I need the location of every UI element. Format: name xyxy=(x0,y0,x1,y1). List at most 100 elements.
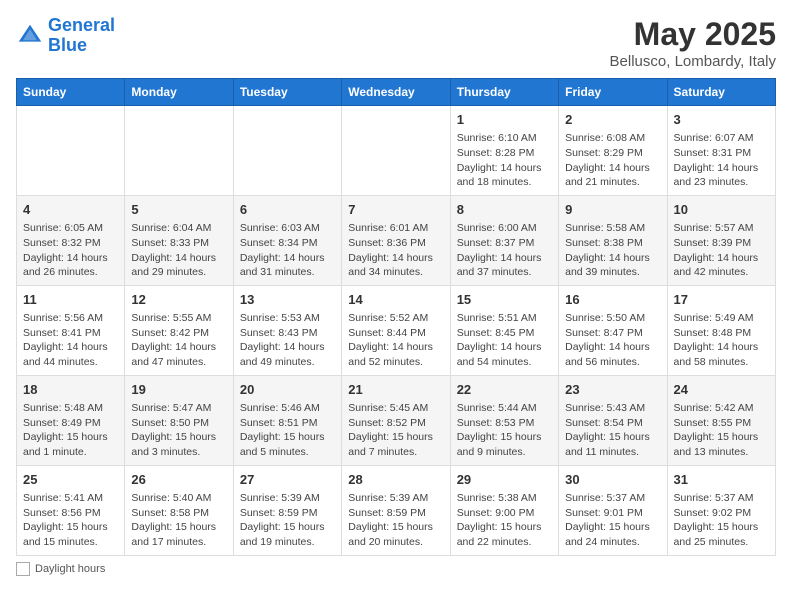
calendar-cell: 11 Sunrise: 5:56 AM Sunset: 8:41 PM Dayli… xyxy=(17,285,125,375)
day-info: Sunrise: 5:41 AM Sunset: 8:56 PM Dayligh… xyxy=(23,491,118,550)
logo-icon xyxy=(16,22,44,50)
day-info: Sunrise: 5:46 AM Sunset: 8:51 PM Dayligh… xyxy=(240,401,335,460)
day-number: 25 xyxy=(23,471,118,489)
legend-box xyxy=(16,562,30,576)
day-number: 16 xyxy=(565,291,660,309)
day-info: Sunrise: 5:49 AM Sunset: 8:48 PM Dayligh… xyxy=(674,311,769,370)
day-number: 19 xyxy=(131,381,226,399)
day-info: Sunrise: 5:38 AM Sunset: 9:00 PM Dayligh… xyxy=(457,491,552,550)
day-number: 3 xyxy=(674,111,769,129)
calendar-cell: 24Sunrise: 5:42 AM Sunset: 8:55 PM Dayli… xyxy=(667,375,775,465)
subtitle: Bellusco, Lombardy, Italy xyxy=(610,53,776,70)
day-number: 12 xyxy=(131,291,226,309)
calendar-cell: 25 Sunrise: 5:41 AM Sunset: 8:56 PM Dayli… xyxy=(17,465,125,555)
calendar-cell: 29 Sunrise: 5:38 AM Sunset: 9:00 PM Dayli… xyxy=(450,465,558,555)
day-number: 27 xyxy=(240,471,335,489)
day-info: Sunrise: 6:10 AM Sunset: 8:28 PM Dayligh… xyxy=(457,131,552,190)
day-info: Sunrise: 5:55 AM Sunset: 8:42 PM Dayligh… xyxy=(131,311,226,370)
calendar-cell: 26 Sunrise: 5:40 AM Sunset: 8:58 PM Dayli… xyxy=(125,465,233,555)
day-number: 2 xyxy=(565,111,660,129)
day-number: 1 xyxy=(457,111,552,129)
day-number: 9 xyxy=(565,201,660,219)
day-number: 23 xyxy=(565,381,660,399)
dow-header-wednesday: Wednesday xyxy=(342,79,450,106)
calendar-cell: 6Sunrise: 6:03 AM Sunset: 8:34 PM Daylig… xyxy=(233,195,341,285)
day-info: Sunrise: 5:56 AM Sunset: 8:41 PM Dayligh… xyxy=(23,311,118,370)
dow-header-saturday: Saturday xyxy=(667,79,775,106)
day-info: Sunrise: 5:39 AM Sunset: 8:59 PM Dayligh… xyxy=(348,491,443,550)
day-info: Sunrise: 5:45 AM Sunset: 8:52 PM Dayligh… xyxy=(348,401,443,460)
day-number: 29 xyxy=(457,471,552,489)
day-info: Sunrise: 5:51 AM Sunset: 8:45 PM Dayligh… xyxy=(457,311,552,370)
calendar-cell xyxy=(233,106,341,196)
day-number: 20 xyxy=(240,381,335,399)
calendar-cell: 28 Sunrise: 5:39 AM Sunset: 8:59 PM Dayli… xyxy=(342,465,450,555)
calendar-cell: 13 Sunrise: 5:53 AM Sunset: 8:43 PM Dayli… xyxy=(233,285,341,375)
dow-header-sunday: Sunday xyxy=(17,79,125,106)
calendar-cell: 5 Sunrise: 6:04 AM Sunset: 8:33 PM Daylig… xyxy=(125,195,233,285)
logo-line1: General xyxy=(48,15,115,35)
day-info: Sunrise: 5:57 AM Sunset: 8:39 PM Dayligh… xyxy=(674,221,769,280)
logo-line2: Blue xyxy=(48,35,87,55)
day-info: Sunrise: 5:50 AM Sunset: 8:47 PM Dayligh… xyxy=(565,311,660,370)
calendar-cell: 2Sunrise: 6:08 AM Sunset: 8:29 PM Daylig… xyxy=(559,106,667,196)
calendar-cell xyxy=(342,106,450,196)
day-info: Sunrise: 6:00 AM Sunset: 8:37 PM Dayligh… xyxy=(457,221,552,280)
dow-header-thursday: Thursday xyxy=(450,79,558,106)
calendar-cell: 15Sunrise: 5:51 AM Sunset: 8:45 PM Dayli… xyxy=(450,285,558,375)
day-number: 21 xyxy=(348,381,443,399)
day-number: 26 xyxy=(131,471,226,489)
day-number: 4 xyxy=(23,201,118,219)
day-info: Sunrise: 5:39 AM Sunset: 8:59 PM Dayligh… xyxy=(240,491,335,550)
day-number: 24 xyxy=(674,381,769,399)
calendar-cell: 14 Sunrise: 5:52 AM Sunset: 8:44 PM Dayli… xyxy=(342,285,450,375)
calendar-cell: 21 Sunrise: 5:45 AM Sunset: 8:52 PM Dayli… xyxy=(342,375,450,465)
calendar-cell: 16 Sunrise: 5:50 AM Sunset: 8:47 PM Dayli… xyxy=(559,285,667,375)
calendar-cell: 19 Sunrise: 5:47 AM Sunset: 8:50 PM Dayli… xyxy=(125,375,233,465)
calendar-cell: 23 Sunrise: 5:43 AM Sunset: 8:54 PM Dayli… xyxy=(559,375,667,465)
calendar-cell: 12 Sunrise: 5:55 AM Sunset: 8:42 PM Dayli… xyxy=(125,285,233,375)
page-header: General Blue May 2025 Bellusco, Lombardy… xyxy=(16,16,776,70)
calendar-cell: 20 Sunrise: 5:46 AM Sunset: 8:51 PM Dayli… xyxy=(233,375,341,465)
dow-header-friday: Friday xyxy=(559,79,667,106)
daylight-label: Daylight hours xyxy=(35,563,105,575)
day-number: 31 xyxy=(674,471,769,489)
day-info: Sunrise: 5:52 AM Sunset: 8:44 PM Dayligh… xyxy=(348,311,443,370)
day-info: Sunrise: 6:05 AM Sunset: 8:32 PM Dayligh… xyxy=(23,221,118,280)
main-title: May 2025 xyxy=(610,16,776,53)
day-info: Sunrise: 5:47 AM Sunset: 8:50 PM Dayligh… xyxy=(131,401,226,460)
calendar-cell: 4 Sunrise: 6:05 AM Sunset: 8:32 PM Daylig… xyxy=(17,195,125,285)
day-info: Sunrise: 5:48 AM Sunset: 8:49 PM Dayligh… xyxy=(23,401,118,460)
footer: Daylight hours xyxy=(16,562,776,576)
day-number: 13 xyxy=(240,291,335,309)
calendar-cell: 1 Sunrise: 6:10 AM Sunset: 8:28 PM Daylig… xyxy=(450,106,558,196)
calendar-cell: 27 Sunrise: 5:39 AM Sunset: 8:59 PM Dayli… xyxy=(233,465,341,555)
calendar-cell xyxy=(125,106,233,196)
day-number: 28 xyxy=(348,471,443,489)
day-info: Sunrise: 5:37 AM Sunset: 9:02 PM Dayligh… xyxy=(674,491,769,550)
calendar-cell: 10Sunrise: 5:57 AM Sunset: 8:39 PM Dayli… xyxy=(667,195,775,285)
day-number: 30 xyxy=(565,471,660,489)
day-info: Sunrise: 5:43 AM Sunset: 8:54 PM Dayligh… xyxy=(565,401,660,460)
calendar-table: SundayMondayTuesdayWednesdayThursdayFrid… xyxy=(16,78,776,556)
day-info: Sunrise: 5:40 AM Sunset: 8:58 PM Dayligh… xyxy=(131,491,226,550)
calendar-cell: 17 Sunrise: 5:49 AM Sunset: 8:48 PM Dayli… xyxy=(667,285,775,375)
calendar-cell: 18 Sunrise: 5:48 AM Sunset: 8:49 PM Dayli… xyxy=(17,375,125,465)
day-number: 11 xyxy=(23,291,118,309)
day-number: 18 xyxy=(23,381,118,399)
calendar-cell: 7Sunrise: 6:01 AM Sunset: 8:36 PM Daylig… xyxy=(342,195,450,285)
day-number: 5 xyxy=(131,201,226,219)
day-info: Sunrise: 5:44 AM Sunset: 8:53 PM Dayligh… xyxy=(457,401,552,460)
day-number: 17 xyxy=(674,291,769,309)
day-info: Sunrise: 5:53 AM Sunset: 8:43 PM Dayligh… xyxy=(240,311,335,370)
day-number: 14 xyxy=(348,291,443,309)
dow-header-tuesday: Tuesday xyxy=(233,79,341,106)
day-number: 6 xyxy=(240,201,335,219)
day-info: Sunrise: 6:04 AM Sunset: 8:33 PM Dayligh… xyxy=(131,221,226,280)
calendar-cell xyxy=(17,106,125,196)
calendar-cell: 30Sunrise: 5:37 AM Sunset: 9:01 PM Dayli… xyxy=(559,465,667,555)
legend-daylight: Daylight hours xyxy=(16,562,105,576)
logo: General Blue xyxy=(16,16,115,56)
day-info: Sunrise: 5:58 AM Sunset: 8:38 PM Dayligh… xyxy=(565,221,660,280)
day-number: 7 xyxy=(348,201,443,219)
